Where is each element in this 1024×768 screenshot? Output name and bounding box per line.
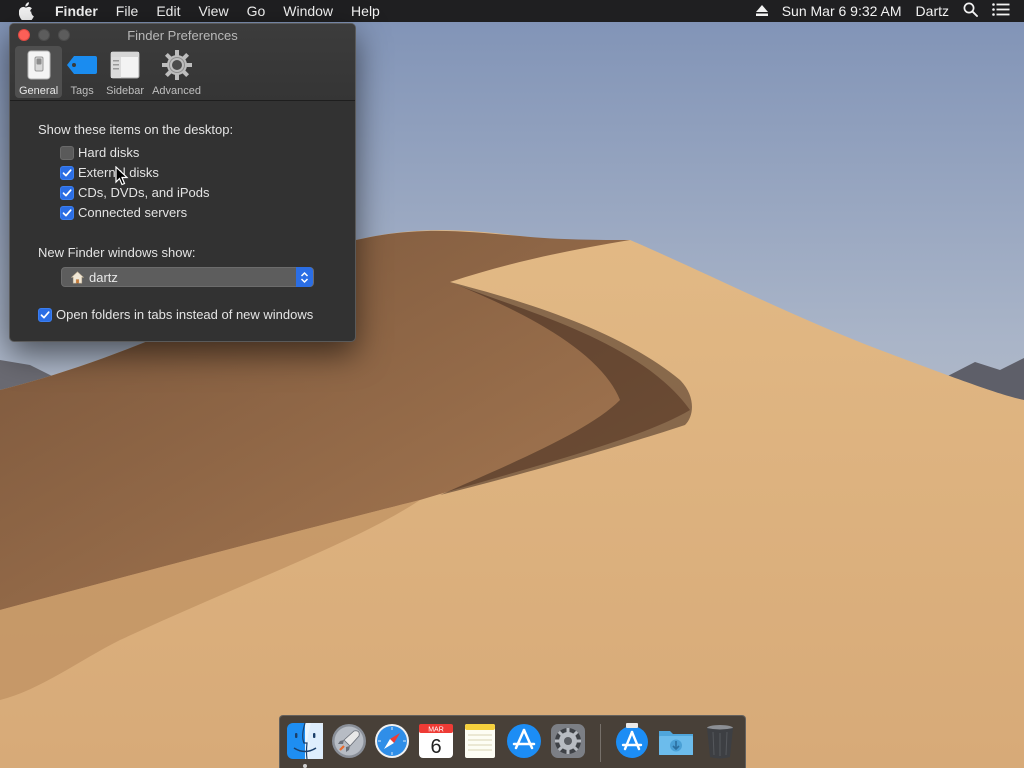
menu-bar: Finder File Edit View Go Window Help Sun…	[0, 0, 1024, 22]
checkmark-icon	[62, 188, 72, 196]
app-store-icon[interactable]	[505, 722, 543, 760]
finder-icon[interactable]	[286, 722, 324, 760]
calendar-icon[interactable]: MAR 6	[417, 722, 455, 760]
new-window-popup[interactable]: dartz	[61, 267, 314, 287]
menu-edit[interactable]: Edit	[156, 0, 180, 22]
calendar-month: MAR	[428, 727, 444, 734]
menu-window[interactable]: Window	[283, 0, 333, 22]
menubar-clock[interactable]: Sun Mar 6 9:32 AM	[782, 3, 902, 19]
checkbox-box[interactable]	[60, 165, 74, 180]
sidebar-icon	[109, 49, 141, 81]
menu-file[interactable]: File	[116, 0, 139, 22]
tab-general-label: General	[19, 85, 59, 97]
menu-finder[interactable]: Finder	[55, 0, 98, 22]
checkbox-open-folders-in-tabs[interactable]: Open folders in tabs instead of new wind…	[38, 307, 313, 322]
general-switch-icon	[23, 49, 55, 81]
tab-sidebar[interactable]: Sidebar	[102, 46, 148, 98]
finder-preferences-window: Finder Preferences General Tags Sidebar	[9, 23, 356, 342]
notes-icon[interactable]	[461, 722, 499, 760]
new-window-label: New Finder windows show:	[38, 245, 196, 260]
window-titlebar: Finder Preferences General Tags Sidebar	[10, 24, 355, 101]
checkmark-icon	[62, 168, 72, 176]
tab-tags[interactable]: Tags	[62, 46, 102, 98]
checkbox-box[interactable]	[60, 145, 74, 160]
checkmark-icon	[62, 208, 72, 216]
tab-sidebar-label: Sidebar	[106, 85, 145, 97]
tag-icon	[66, 49, 98, 81]
checkbox-label: CDs, DVDs, and iPods	[78, 185, 210, 200]
window-title: Finder Preferences	[127, 28, 238, 43]
checkbox-cds-dvds-ipods[interactable]: CDs, DVDs, and iPods	[60, 185, 210, 200]
finder-running-indicator	[303, 764, 307, 768]
menu-view[interactable]: View	[198, 0, 228, 22]
tab-advanced-label: Advanced	[152, 85, 201, 97]
dock: MAR 6	[279, 715, 746, 768]
mouse-cursor-icon	[115, 166, 129, 186]
trash-icon[interactable]	[701, 722, 739, 760]
preferences-toolbar: General Tags Sidebar Advanced	[15, 46, 205, 98]
checkbox-external-disks[interactable]: External disks	[60, 165, 159, 180]
checkbox-label: Connected servers	[78, 205, 188, 220]
home-icon	[71, 270, 84, 284]
checkbox-hard-disks[interactable]: Hard disks	[60, 145, 139, 160]
checkmark-icon	[40, 310, 50, 318]
spotlight-search-icon[interactable]	[963, 2, 978, 20]
system-preferences-icon[interactable]	[549, 722, 587, 760]
checkbox-connected-servers[interactable]: Connected servers	[60, 205, 187, 220]
apple-menu-icon[interactable]	[19, 0, 39, 22]
popup-value: dartz	[89, 269, 118, 285]
eject-icon[interactable]	[755, 3, 768, 19]
menubar-user[interactable]: Dartz	[916, 3, 949, 19]
downloads-folder-icon[interactable]	[657, 722, 695, 760]
app-store-downloads-icon[interactable]	[613, 722, 651, 760]
calendar-day: 6	[430, 736, 441, 758]
tab-general[interactable]: General	[15, 46, 63, 98]
desktop-items-label: Show these items on the desktop:	[38, 122, 234, 137]
safari-icon[interactable]	[373, 722, 411, 760]
checkbox-box[interactable]	[60, 185, 74, 200]
checkbox-label: Hard disks	[78, 145, 140, 160]
notification-center-icon[interactable]	[992, 3, 1010, 19]
dock-separator	[600, 724, 601, 762]
checkbox-box[interactable]	[38, 307, 52, 322]
popup-stepper-icon[interactable]	[296, 267, 313, 287]
tab-tags-label: Tags	[70, 85, 94, 97]
menu-help[interactable]: Help	[351, 0, 380, 22]
launchpad-icon[interactable]	[330, 722, 368, 760]
menu-go[interactable]: Go	[247, 0, 266, 22]
checkbox-label: Open folders in tabs instead of new wind…	[56, 307, 314, 322]
gear-icon	[161, 49, 193, 81]
checkbox-box[interactable]	[60, 205, 74, 220]
tab-advanced[interactable]: Advanced	[148, 46, 205, 98]
